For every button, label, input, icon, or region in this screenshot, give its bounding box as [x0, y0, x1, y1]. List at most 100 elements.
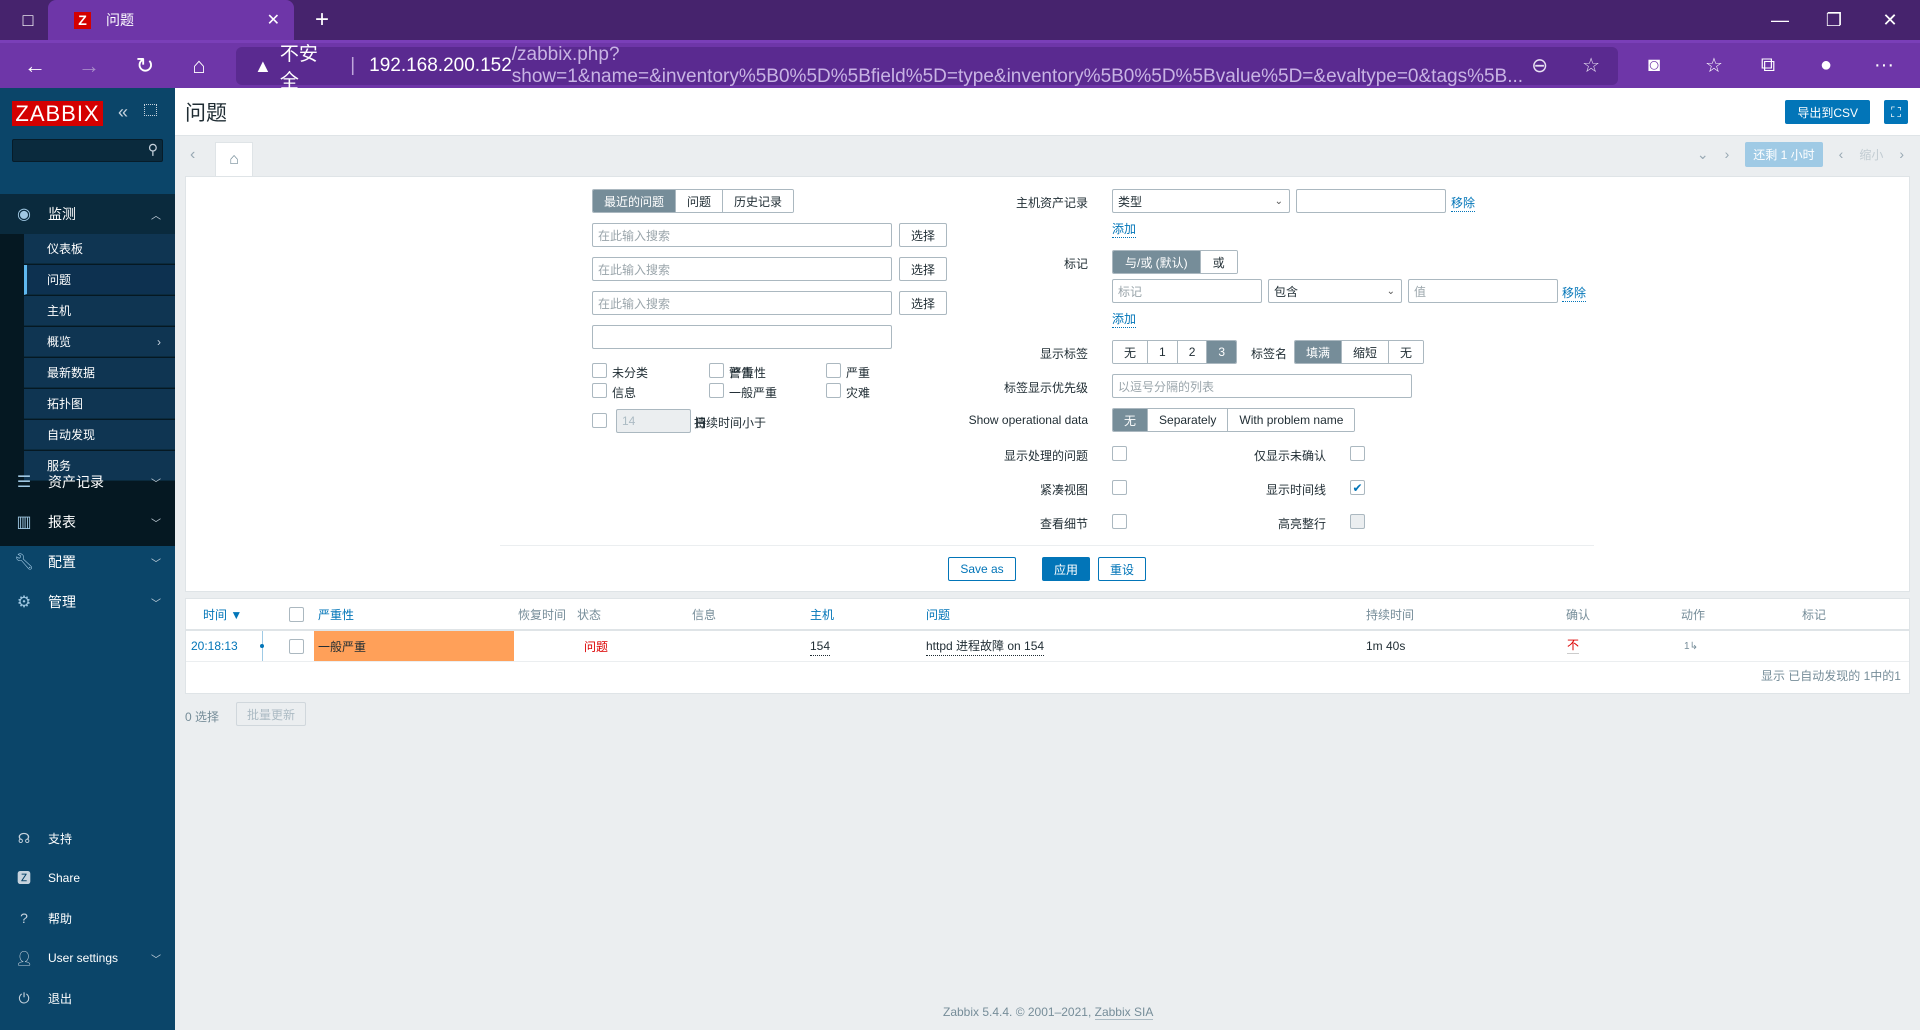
- zoom-out-icon[interactable]: ⊖: [1531, 53, 1548, 78]
- host-link[interactable]: 154: [810, 636, 831, 656]
- tag-name-none[interactable]: 无: [1388, 341, 1424, 363]
- opdata-separately[interactable]: Separately: [1147, 409, 1228, 431]
- inventory-add-link[interactable]: 添加: [1112, 220, 1137, 238]
- tags-eval-and-or[interactable]: 与/或 (默认): [1113, 251, 1200, 273]
- select-all-checkbox[interactable]: [289, 607, 304, 622]
- sidebar-item-reports[interactable]: ▥ 报表 ﹀: [0, 502, 175, 542]
- sidebar-item-configuration[interactable]: 🔧︎ 配置 ﹀: [0, 542, 175, 582]
- sidebar-search-input[interactable]: ⚲: [12, 139, 163, 162]
- column-header-time[interactable]: 时间 ▼: [203, 599, 242, 630]
- hosts-select-button[interactable]: 选择: [899, 257, 947, 281]
- restore-icon[interactable]: ❐: [1806, 0, 1862, 40]
- url-bar[interactable]: ▲ 不安全 | 192.168.200.152/zabbix.php?show=…: [236, 44, 1618, 92]
- kiosk-mode-icon[interactable]: [144, 104, 157, 116]
- sidebar-item-share[interactable]: 🆉 Share: [0, 858, 175, 898]
- export-csv-button[interactable]: 导出到CSV: [1785, 100, 1870, 124]
- reset-button[interactable]: 重设: [1098, 557, 1146, 581]
- show-tags-1[interactable]: 1: [1147, 341, 1177, 363]
- inventory-remove-link[interactable]: 移除: [1451, 194, 1476, 212]
- show-tags-3[interactable]: 3: [1206, 341, 1237, 363]
- show-tags-none[interactable]: 无: [1113, 341, 1148, 363]
- browser-tab[interactable]: Z 问题 ✕: [48, 0, 294, 40]
- sidebar-item-user-settings[interactable]: 👤︎ User settings ﹀: [0, 938, 175, 978]
- ack-link[interactable]: 不: [1567, 636, 1580, 654]
- collapse-sidebar-icon[interactable]: «: [118, 102, 128, 123]
- severity-warning-checkbox[interactable]: [709, 363, 724, 378]
- show-details-checkbox[interactable]: [1112, 514, 1127, 529]
- tag-add-link[interactable]: 添加: [1112, 310, 1137, 328]
- problem-input[interactable]: [592, 325, 892, 349]
- host-groups-select-button[interactable]: 选择: [899, 223, 947, 247]
- unack-only-checkbox[interactable]: [1350, 446, 1365, 461]
- actions-icon[interactable]: 1 ↳: [1684, 631, 1698, 661]
- tag-remove-link[interactable]: 移除: [1562, 284, 1587, 302]
- sidebar-item-maps[interactable]: 拓扑图: [24, 389, 175, 419]
- column-header-problem[interactable]: 问题: [926, 599, 950, 630]
- tags-eval-or[interactable]: 或: [1199, 251, 1237, 273]
- tag-name-input[interactable]: 标记: [1112, 279, 1262, 303]
- new-tab-button[interactable]: +: [302, 0, 342, 40]
- tag-name-full[interactable]: 填满: [1295, 341, 1342, 363]
- triggers-input[interactable]: 在此输入搜索: [592, 291, 892, 315]
- show-tags-2[interactable]: 2: [1176, 341, 1207, 363]
- favorites-icon[interactable]: ☆: [1692, 43, 1736, 88]
- home-icon[interactable]: ⌂: [178, 43, 220, 88]
- minimize-icon[interactable]: —: [1752, 0, 1808, 40]
- problem-time-link[interactable]: 20:18:13: [191, 631, 238, 661]
- severity-information-checkbox[interactable]: [592, 383, 607, 398]
- zabbix-logo[interactable]: ZABBIX: [12, 101, 103, 126]
- opdata-with-name[interactable]: With problem name: [1227, 409, 1355, 431]
- inventory-field-select[interactable]: 类型 ⌄: [1112, 189, 1290, 213]
- age-checkbox[interactable]: [592, 413, 607, 428]
- more-icon[interactable]: ···: [1862, 43, 1906, 88]
- show-suppressed-checkbox[interactable]: [1112, 446, 1127, 461]
- column-header-severity[interactable]: 严重性: [318, 599, 354, 630]
- time-next-icon[interactable]: ›: [1899, 146, 1904, 162]
- compact-view-checkbox[interactable]: [1112, 480, 1127, 495]
- show-option-recent[interactable]: 最近的问题: [593, 190, 676, 212]
- show-option-history[interactable]: 历史记录: [722, 190, 794, 212]
- home-filter-tab[interactable]: ⌂: [215, 142, 253, 176]
- sidebar-item-inventory[interactable]: ☰ 资产记录 ﹀: [0, 462, 175, 502]
- hosts-input[interactable]: 在此输入搜索: [592, 257, 892, 281]
- tag-value-input[interactable]: 值: [1408, 279, 1558, 303]
- sidebar-item-overview[interactable]: 概览 ›: [24, 327, 175, 357]
- show-timeline-checkbox[interactable]: ✔: [1350, 480, 1365, 495]
- tag-operator-select[interactable]: 包含 ⌄: [1268, 279, 1402, 303]
- sidebar-item-hosts[interactable]: 主机: [24, 296, 175, 326]
- extension-icon[interactable]: ◙: [1632, 43, 1676, 88]
- show-option-problems[interactable]: 问题: [675, 190, 723, 212]
- sidebar-item-support[interactable]: ☊ 支持: [0, 818, 175, 858]
- problem-link[interactable]: httpd 进程故障 on 154: [926, 636, 1045, 656]
- search-icon[interactable]: ⚲: [148, 141, 158, 158]
- chevron-left-icon[interactable]: ‹: [190, 146, 195, 164]
- save-as-button[interactable]: Save as: [948, 557, 1016, 581]
- chevron-right-icon[interactable]: ›: [1725, 146, 1730, 162]
- collections-icon[interactable]: ⧉: [1746, 43, 1790, 88]
- inventory-value-input[interactable]: [1296, 189, 1446, 213]
- triggers-select-button[interactable]: 选择: [899, 291, 947, 315]
- back-icon[interactable]: ←: [14, 43, 56, 88]
- sidebar-item-problems[interactable]: 问题: [24, 265, 175, 295]
- host-groups-input[interactable]: 在此输入搜索: [592, 223, 892, 247]
- chevron-down-icon[interactable]: ⌄: [1697, 146, 1709, 163]
- close-window-icon[interactable]: ✕: [1862, 0, 1918, 40]
- sidebar-item-monitoring[interactable]: ◉ 监测 ︿: [0, 194, 175, 234]
- profile-avatar[interactable]: ●: [1804, 43, 1848, 88]
- fullscreen-icon[interactable]: ⛶: [1884, 100, 1908, 124]
- severity-average-checkbox[interactable]: [709, 383, 724, 398]
- sidebar-item-sign-out[interactable]: ⏻ 退出: [0, 978, 175, 1018]
- column-header-host[interactable]: 主机: [810, 599, 834, 630]
- severity-disaster-checkbox[interactable]: [826, 383, 841, 398]
- sidebar-item-help[interactable]: ? 帮助: [0, 898, 175, 938]
- sidebar-item-latest-data[interactable]: 最新数据: [24, 358, 175, 388]
- zoom-out-button[interactable]: 缩小: [1859, 146, 1883, 163]
- row-select-checkbox[interactable]: [289, 639, 304, 654]
- sidebar-item-discovery[interactable]: 自动发现: [24, 420, 175, 450]
- tag-priority-input[interactable]: 以逗号分隔的列表: [1112, 374, 1412, 398]
- severity-high-checkbox[interactable]: [826, 363, 841, 378]
- sidebar-item-dashboard[interactable]: 仪表板: [24, 234, 175, 264]
- close-tab-icon[interactable]: ✕: [267, 10, 280, 30]
- time-prev-icon[interactable]: ‹: [1839, 146, 1844, 162]
- age-days-input[interactable]: 14: [616, 409, 691, 433]
